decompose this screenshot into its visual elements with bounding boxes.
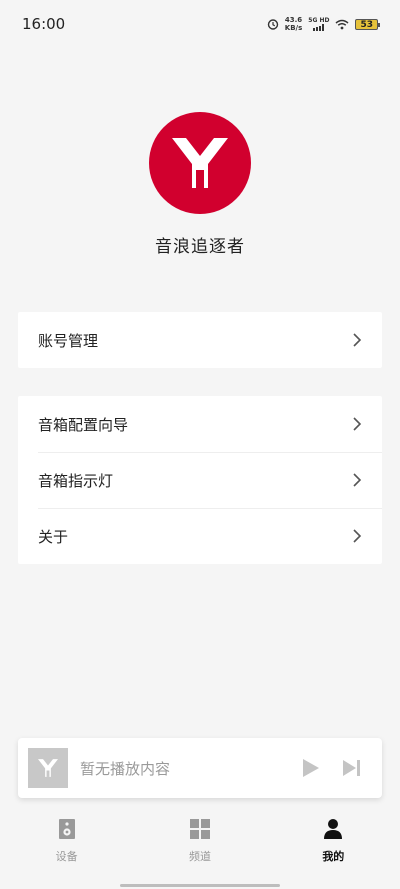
network-type: 5G HD — [308, 17, 330, 24]
status-bar: 16:00 43.6 KB/s 5G HD 53 — [0, 0, 400, 48]
profile-header: 音浪追逐者 — [0, 112, 400, 257]
tab-devices[interactable]: 设备 — [27, 818, 107, 864]
menu-item-account[interactable]: 账号管理 — [18, 312, 382, 368]
wifi-icon — [335, 19, 349, 29]
tab-mine[interactable]: 我的 — [293, 818, 373, 864]
grid-icon — [189, 819, 210, 839]
settings-card: 音箱配置向导 音箱指示灯 关于 — [18, 396, 382, 564]
battery-indicator: 53 — [355, 18, 380, 30]
mini-player[interactable]: 暂无播放内容 — [18, 738, 382, 798]
bottom-tab-bar: 设备 频道 我的 — [0, 808, 400, 876]
play-icon[interactable] — [302, 758, 320, 778]
home-indicator[interactable] — [120, 884, 280, 887]
chevron-right-icon — [353, 473, 362, 487]
menu-item-indicator-light[interactable]: 音箱指示灯 — [18, 452, 382, 508]
skip-next-icon[interactable] — [342, 759, 362, 777]
tab-label: 频道 — [188, 850, 211, 863]
speed-value: 43.6 — [284, 16, 303, 24]
menu-item-label: 音箱配置向导 — [38, 415, 129, 434]
cellular-signal: 5G HD — [308, 17, 329, 31]
alarm-icon — [267, 19, 278, 30]
tab-channels[interactable]: 频道 — [160, 818, 240, 864]
chevron-right-icon — [353, 333, 362, 347]
speed-unit: KB/s — [284, 24, 303, 32]
menu-item-label: 音箱指示灯 — [38, 471, 114, 490]
brand-logo-icon — [38, 759, 58, 777]
username: 音浪追逐者 — [155, 237, 245, 257]
speaker-icon — [58, 819, 75, 839]
chevron-right-icon — [353, 529, 362, 543]
signal-bars-icon — [313, 24, 325, 31]
menu-item-setup-wizard[interactable]: 音箱配置向导 — [18, 396, 382, 452]
menu-item-label: 账号管理 — [38, 331, 99, 350]
now-playing-text: 暂无播放内容 — [80, 759, 171, 778]
tab-label: 设备 — [55, 850, 78, 863]
network-speed: 43.6 KB/s — [285, 16, 302, 32]
avatar[interactable] — [149, 112, 251, 214]
chevron-right-icon — [353, 417, 362, 431]
status-time: 16:00 — [22, 15, 66, 33]
tab-label: 我的 — [322, 850, 345, 863]
menu-item-label: 关于 — [38, 527, 69, 546]
account-card: 账号管理 — [18, 312, 382, 368]
brand-logo-icon — [172, 138, 228, 188]
status-icons: 43.6 KB/s 5G HD 53 — [267, 16, 380, 32]
album-cover — [28, 748, 68, 788]
person-icon — [324, 819, 343, 839]
player-controls — [302, 758, 362, 778]
menu-item-about[interactable]: 关于 — [18, 508, 382, 564]
